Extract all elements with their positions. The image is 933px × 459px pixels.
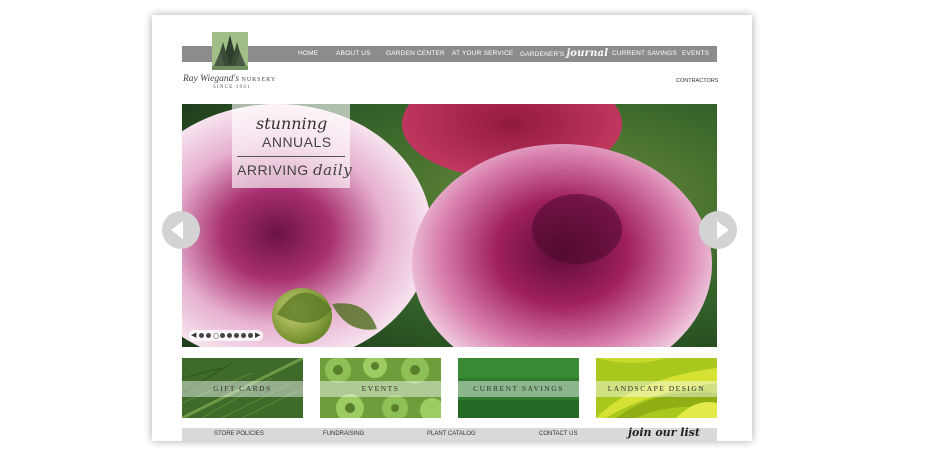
nav-current-savings[interactable]: CURRENT SAVINGS bbox=[612, 46, 677, 62]
hero-slider[interactable]: stunning ANNUALS ARRIVING daily ◀ ▶ bbox=[182, 104, 717, 347]
tile-current-savings-label: CURRENT SAVINGS bbox=[473, 384, 564, 393]
logo-since: SINCE 1941 bbox=[213, 85, 251, 90]
logo-wordmark[interactable]: Ray Wiegand's NURSERY bbox=[183, 74, 276, 84]
nav-journal-prefix: GARDENER'S bbox=[520, 51, 565, 58]
contractors-link[interactable]: CONTRACTORS bbox=[676, 78, 718, 84]
slide-dot[interactable] bbox=[234, 333, 239, 338]
chevron-left-icon bbox=[171, 221, 183, 239]
chevron-right-icon bbox=[717, 221, 729, 239]
footer-contact-us[interactable]: CONTACT US bbox=[539, 428, 577, 441]
footer-fundraising[interactable]: FUNDRAISING bbox=[323, 428, 364, 441]
hero-line-arriving-plain: ARRIVING bbox=[237, 162, 309, 178]
hero-line-arriving: ARRIVING daily bbox=[237, 161, 352, 179]
hero-caption: stunning ANNUALS ARRIVING daily bbox=[232, 104, 352, 188]
hero-line-annuals: ANNUALS bbox=[262, 134, 332, 150]
slide-dot[interactable] bbox=[199, 333, 204, 338]
nav-home[interactable]: HOME bbox=[298, 46, 318, 62]
hero-line-stunning: stunning bbox=[256, 114, 328, 133]
hero-divider bbox=[237, 156, 345, 157]
tile-events[interactable]: EVENTS bbox=[320, 358, 441, 418]
main-nav: HOME ABOUT US GARDEN CENTER AT YOUR SERV… bbox=[182, 46, 717, 62]
join-our-list-link[interactable]: join our list bbox=[628, 426, 700, 439]
slider-next-button[interactable] bbox=[699, 211, 737, 249]
logo-name-caps: NURSERY bbox=[241, 77, 277, 83]
slide-dot[interactable] bbox=[241, 333, 246, 338]
nav-garden-center[interactable]: GARDEN CENTER bbox=[386, 46, 445, 62]
slide-dot[interactable] bbox=[220, 333, 225, 338]
footer-nav: STORE POLICIES FUNDRAISING PLANT CATALOG… bbox=[182, 426, 717, 441]
footer-store-policies[interactable]: STORE POLICIES bbox=[214, 428, 264, 441]
logo-mark[interactable] bbox=[212, 32, 248, 70]
page-frame: HOME ABOUT US GARDEN CENTER AT YOUR SERV… bbox=[152, 15, 752, 441]
nav-about-us[interactable]: ABOUT US bbox=[336, 46, 371, 62]
nav-journal-script: journal bbox=[566, 48, 609, 59]
tile-current-savings[interactable]: CURRENT SAVINGS bbox=[458, 358, 579, 418]
logo-name-text: Ray Wiegand's bbox=[183, 74, 240, 84]
footer-plant-catalog[interactable]: PLANT CATALOG bbox=[427, 428, 476, 441]
pine-trees-icon bbox=[212, 35, 248, 70]
slide-dot[interactable] bbox=[227, 333, 232, 338]
tile-events-label: EVENTS bbox=[361, 384, 400, 393]
nav-gardeners-journal[interactable]: GARDENER'S journal bbox=[520, 46, 608, 62]
slide-pager: ◀ ▶ bbox=[189, 330, 263, 341]
nav-at-your-service[interactable]: AT YOUR SERVICE bbox=[452, 46, 513, 62]
pager-prev-icon[interactable]: ◀ bbox=[191, 331, 196, 339]
hero-line-arriving-script: daily bbox=[313, 161, 353, 179]
slide-dot-active[interactable] bbox=[213, 333, 219, 339]
slide-dot[interactable] bbox=[206, 333, 211, 338]
slide-dot[interactable] bbox=[248, 333, 253, 338]
tile-landscape-design-label: LANDSCAPE DESIGN bbox=[607, 384, 706, 393]
tile-gift-cards-label: GIFT CARDS bbox=[213, 384, 272, 393]
slider-prev-button[interactable] bbox=[162, 211, 200, 249]
tile-landscape-design[interactable]: LANDSCAPE DESIGN bbox=[596, 358, 717, 418]
pager-next-icon[interactable]: ▶ bbox=[255, 331, 260, 339]
nav-events[interactable]: EVENTS bbox=[682, 46, 709, 62]
tile-gift-cards[interactable]: GIFT CARDS bbox=[182, 358, 303, 418]
